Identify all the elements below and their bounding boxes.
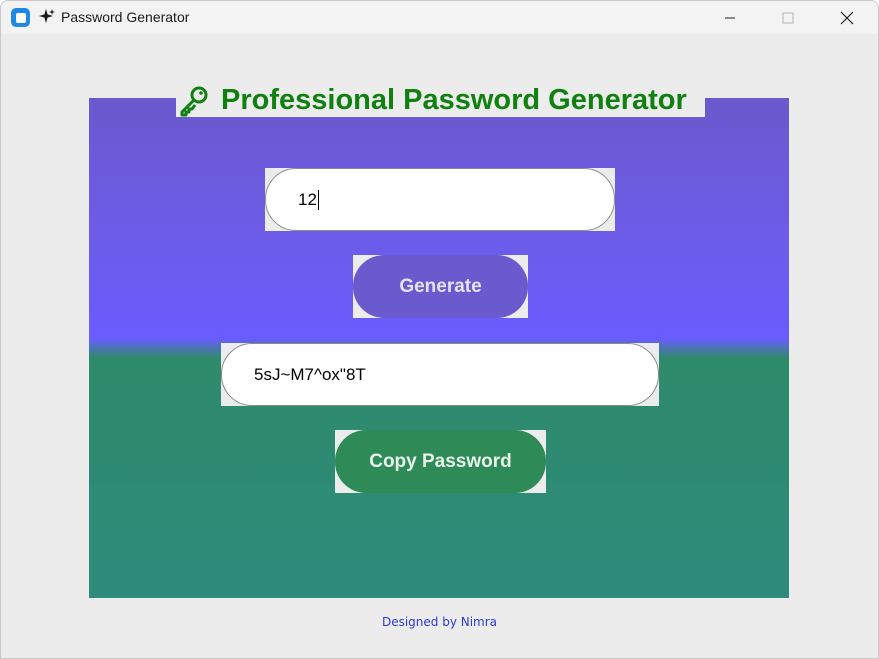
close-button[interactable] [818, 1, 876, 34]
minimize-button[interactable] [701, 1, 759, 34]
maximize-button[interactable] [759, 1, 817, 34]
length-input[interactable]: 12 [265, 168, 615, 231]
length-input-frame: 12 [265, 168, 615, 231]
password-output[interactable]: 5sJ~M7^ox"8T [221, 343, 659, 406]
password-output-frame: 5sJ~M7^ox"8T [221, 343, 659, 406]
generate-button[interactable]: Generate [353, 255, 528, 318]
length-input-value: 12 [298, 189, 317, 209]
app-window: Password Generator Professional Password… [0, 0, 879, 659]
sparkle-icon [39, 9, 55, 23]
close-icon [840, 11, 854, 24]
page-heading: Professional Password Generator [176, 83, 705, 117]
copy-button-frame: Copy Password [335, 430, 546, 493]
title-bar: Password Generator [1, 1, 878, 34]
text-caret [317, 189, 319, 210]
generate-button-frame: Generate [353, 255, 528, 318]
maximize-icon [782, 12, 794, 23]
minimize-icon [725, 17, 735, 18]
page-title: Professional Password Generator [221, 84, 687, 116]
footer-credit: Designed by Nimra [381, 615, 498, 629]
window-title: Password Generator [61, 9, 190, 25]
copy-password-button[interactable]: Copy Password [335, 430, 546, 493]
app-icon [11, 8, 30, 27]
password-output-value: 5sJ~M7^ox"8T [254, 364, 366, 384]
key-icon [180, 86, 208, 117]
